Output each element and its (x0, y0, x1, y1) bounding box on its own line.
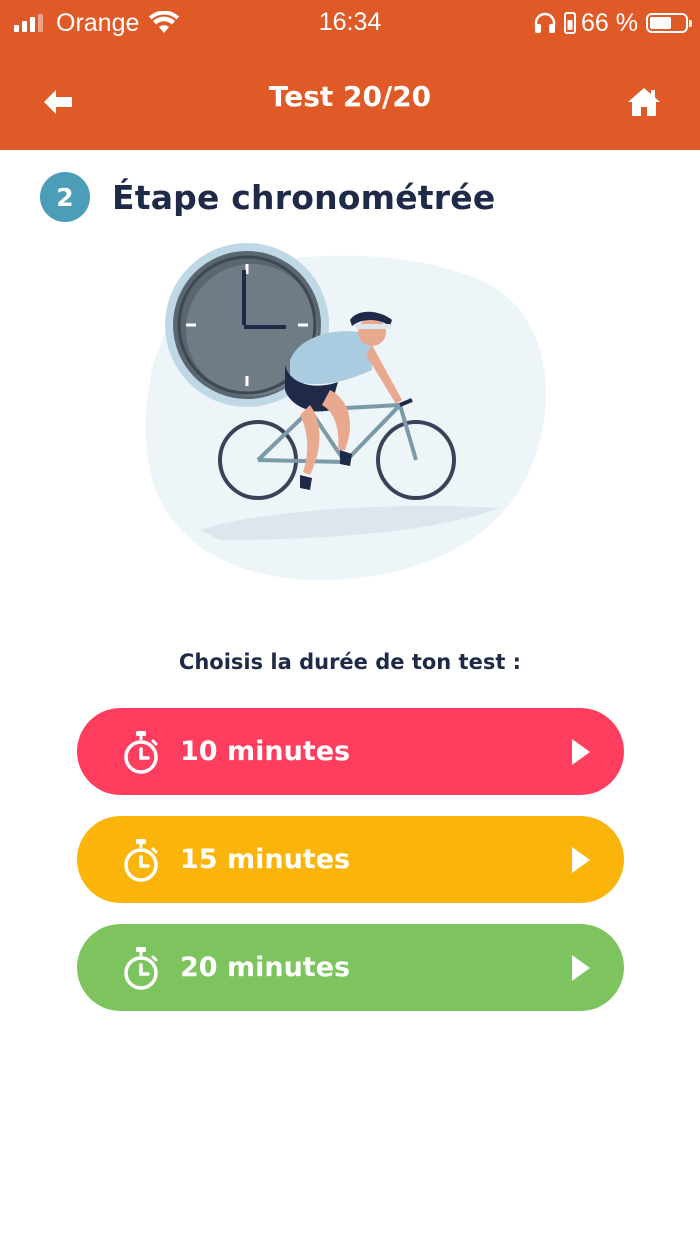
stopwatch-icon (124, 947, 158, 990)
top-app-bar: Orange 16:34 66 % Test 20/20 (0, 0, 700, 150)
play-arrow-icon (572, 847, 590, 873)
play-arrow-icon (572, 739, 590, 765)
duration-prompt: Choisis la durée de ton test : (178, 650, 522, 674)
step-header: 2 Étape chronométrée (40, 170, 495, 224)
duration-label: 15 minutes (180, 844, 351, 875)
portrait-lock-icon (564, 12, 577, 34)
cyclist-with-clock-illustration (140, 240, 560, 590)
headphones-icon (534, 12, 556, 33)
duration-label: 10 minutes (180, 736, 351, 767)
home-button[interactable] (624, 82, 664, 122)
stopwatch-icon (124, 839, 158, 882)
battery-icon (646, 13, 692, 33)
duration-15-minutes-button[interactable]: 15 minutes (77, 816, 624, 903)
duration-label: 20 minutes (180, 952, 351, 983)
duration-10-minutes-button[interactable]: 10 minutes (77, 708, 624, 795)
home-icon (628, 88, 660, 116)
step-number-badge: 2 (40, 172, 90, 222)
status-right: 66 % (533, 8, 692, 38)
stopwatch-icon (124, 731, 158, 774)
play-arrow-icon (572, 955, 590, 981)
step-title: Étape chronométrée (112, 177, 496, 217)
duration-20-minutes-button[interactable]: 20 minutes (77, 924, 624, 1011)
battery-percent: 66 % (581, 8, 638, 37)
status-bar: Orange 16:34 66 % (0, 0, 700, 46)
page-title: Test 20/20 (268, 80, 432, 113)
nav-bar: Test 20/20 (0, 60, 700, 140)
